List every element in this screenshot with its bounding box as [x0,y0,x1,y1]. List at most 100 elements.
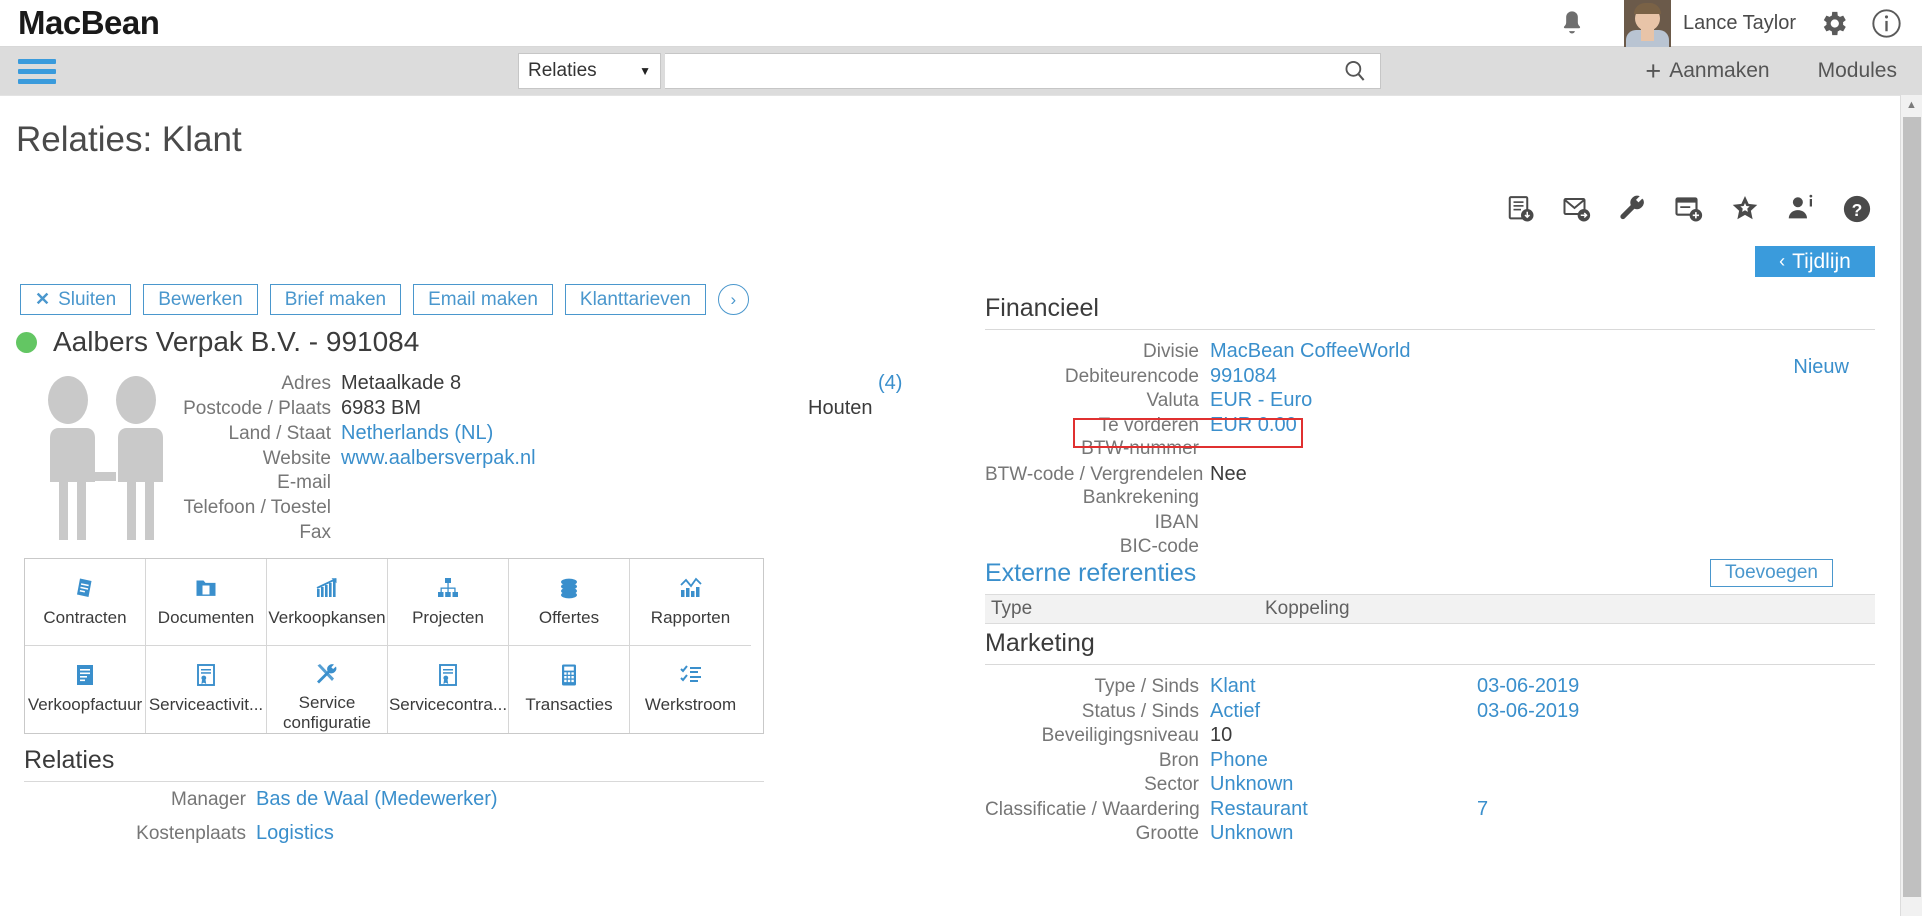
field-row: Sector Unknown [985,773,1875,798]
user-name[interactable]: Lance Taylor [1683,12,1796,35]
bell-icon[interactable] [1558,9,1586,37]
tile-verkoopfactuur[interactable]: Verkoopfactuur [25,646,146,733]
wrench-icon[interactable] [1618,194,1648,224]
close-label: Sluiten [58,288,117,310]
field-value-secondary[interactable]: 03-06-2019 [1477,700,1579,723]
create-letter-button[interactable]: Brief maken [269,284,402,315]
field-label: Website [262,448,331,469]
field-value-link[interactable]: Restaurant [1210,798,1308,821]
avatar[interactable] [1623,0,1671,47]
window-add-icon[interactable] [1674,194,1704,224]
email-forward-icon[interactable] [1562,194,1592,224]
section-divider [24,781,764,782]
tile-serviceactiviteiten[interactable]: Serviceactivit... [146,646,267,733]
field-value-link[interactable]: Klant [1210,675,1256,698]
field-row: Beveiligingsniveau 10 [985,724,1875,749]
search-icon[interactable] [1342,58,1368,84]
app-logo[interactable]: MacBean [18,4,160,42]
field-row: Fax [166,522,786,547]
star-icon[interactable] [1730,194,1760,224]
wrench-screwdriver-icon [315,660,339,688]
field-row: Website www.aalbersverpak.nl [166,447,786,472]
externe-referenties-section: Externe referenties Toevoegen Type Koppe… [985,559,1875,624]
field-label: Kostenplaats [136,823,246,844]
tile-contracten[interactable]: Contracten [25,559,146,646]
city-value: Houten [808,397,873,419]
search-scope-select[interactable]: Relaties ▼ [518,53,661,89]
field-value-secondary[interactable]: 03-06-2019 [1477,675,1579,698]
tile-service-configuratie[interactable]: Service configuratie [267,646,388,733]
certificate-icon [436,660,460,690]
field-value-link[interactable]: 991084 [1210,365,1277,388]
field-value-link[interactable]: Netherlands (NL) [341,422,493,445]
field-value-link[interactable]: Unknown [1210,773,1293,796]
tile-label: Werkstroom [644,695,737,714]
field-value-secondary[interactable]: 7 [1477,798,1488,821]
edit-button[interactable]: Bewerken [143,284,258,315]
customer-rates-button[interactable]: Klanttarieven [564,284,706,315]
document-download-icon[interactable] [1506,194,1536,224]
tile-label: Projecten [412,608,484,627]
field-label: Adres [281,373,331,394]
company-name: Aalbers Verpak B.V. - 991084 [53,326,420,357]
field-label: Valuta [1146,390,1199,411]
field-label: Sector [1144,774,1199,795]
marketing-heading: Marketing [985,629,1095,657]
tile-werkstroom[interactable]: Werkstroom [630,646,751,733]
create-email-button[interactable]: Email maken [413,284,553,315]
field-label: Classificatie / Waardering [985,798,1200,820]
close-button[interactable]: ✕ Sluiten [20,284,132,315]
field-value-link[interactable]: Phone [1210,749,1268,772]
field-value-link[interactable]: EUR - Euro [1210,389,1312,412]
field-label: Status / Sinds [1081,700,1199,722]
field-label: BIC-code [1119,536,1199,557]
financieel-fields: Divisie MacBean CoffeeWorld Debiteurencod… [985,340,1875,561]
btw-nummer-highlight[interactable] [1073,418,1303,448]
tile-rapporten[interactable]: Rapporten [630,559,751,646]
field-row: E-mail [166,472,786,497]
record-toolbar: ? [1480,194,1872,224]
field-value-link[interactable]: Bas de Waal (Medewerker) [256,788,498,811]
scroll-up-arrow-icon[interactable]: ▲ [1901,95,1922,115]
field-label: Grootte [1135,823,1199,844]
field-value-link[interactable]: www.aalbersverpak.nl [341,447,536,470]
create-button[interactable]: + Aanmaken [1645,56,1769,87]
scrollbar-thumb[interactable] [1903,117,1921,897]
add-reference-button[interactable]: Toevoegen [1710,559,1833,587]
help-icon[interactable]: ? [1842,194,1872,224]
gear-icon[interactable] [1818,8,1849,39]
search-input-wrapper [665,53,1381,89]
field-value: Metaalkade 8 [341,372,462,394]
tile-documenten[interactable]: Documenten [146,559,267,646]
search-input[interactable] [665,55,1342,87]
tile-offertes[interactable]: Offertes [509,559,630,646]
financieel-heading: Financieel [985,294,1099,322]
tile-projecten[interactable]: Projecten [388,559,509,646]
tile-label: Serviceactivit... [148,695,264,714]
address-count-link[interactable]: (4) [878,372,902,395]
page-title: Relaties: Klant [16,120,242,159]
person-info-icon[interactable] [1786,194,1816,224]
search-scope-label: Relaties [528,60,597,81]
chevron-down-icon: ▼ [639,64,651,78]
more-actions-chevron-right-icon[interactable]: › [717,284,749,315]
people-handshake-icon [30,376,182,546]
checklist-icon [679,660,703,690]
field-value-link[interactable]: MacBean CoffeeWorld [1210,340,1410,363]
tile-verkoopkansen[interactable]: Verkoopkansen [267,559,388,646]
vertical-scrollbar[interactable]: ▲ [1900,95,1922,916]
modules-button[interactable]: Modules [1818,59,1897,83]
field-label: Bron [1158,749,1199,771]
field-row: Grootte Unknown [985,822,1875,847]
timeline-button[interactable]: ‹ Tijdlijn [1755,246,1875,277]
field-value-link[interactable]: Unknown [1210,822,1293,845]
hamburger-menu-icon[interactable] [18,58,56,84]
section-divider [985,664,1875,665]
info-icon[interactable] [1871,8,1902,39]
tile-transacties[interactable]: Transacties [509,646,630,733]
column-header-type: Type [991,598,1033,619]
field-value-link[interactable]: Actief [1210,700,1260,723]
tile-servicecontracten[interactable]: Servicecontra... [388,646,509,733]
field-value-link[interactable]: Logistics [256,822,334,845]
calculator-icon [557,660,581,690]
